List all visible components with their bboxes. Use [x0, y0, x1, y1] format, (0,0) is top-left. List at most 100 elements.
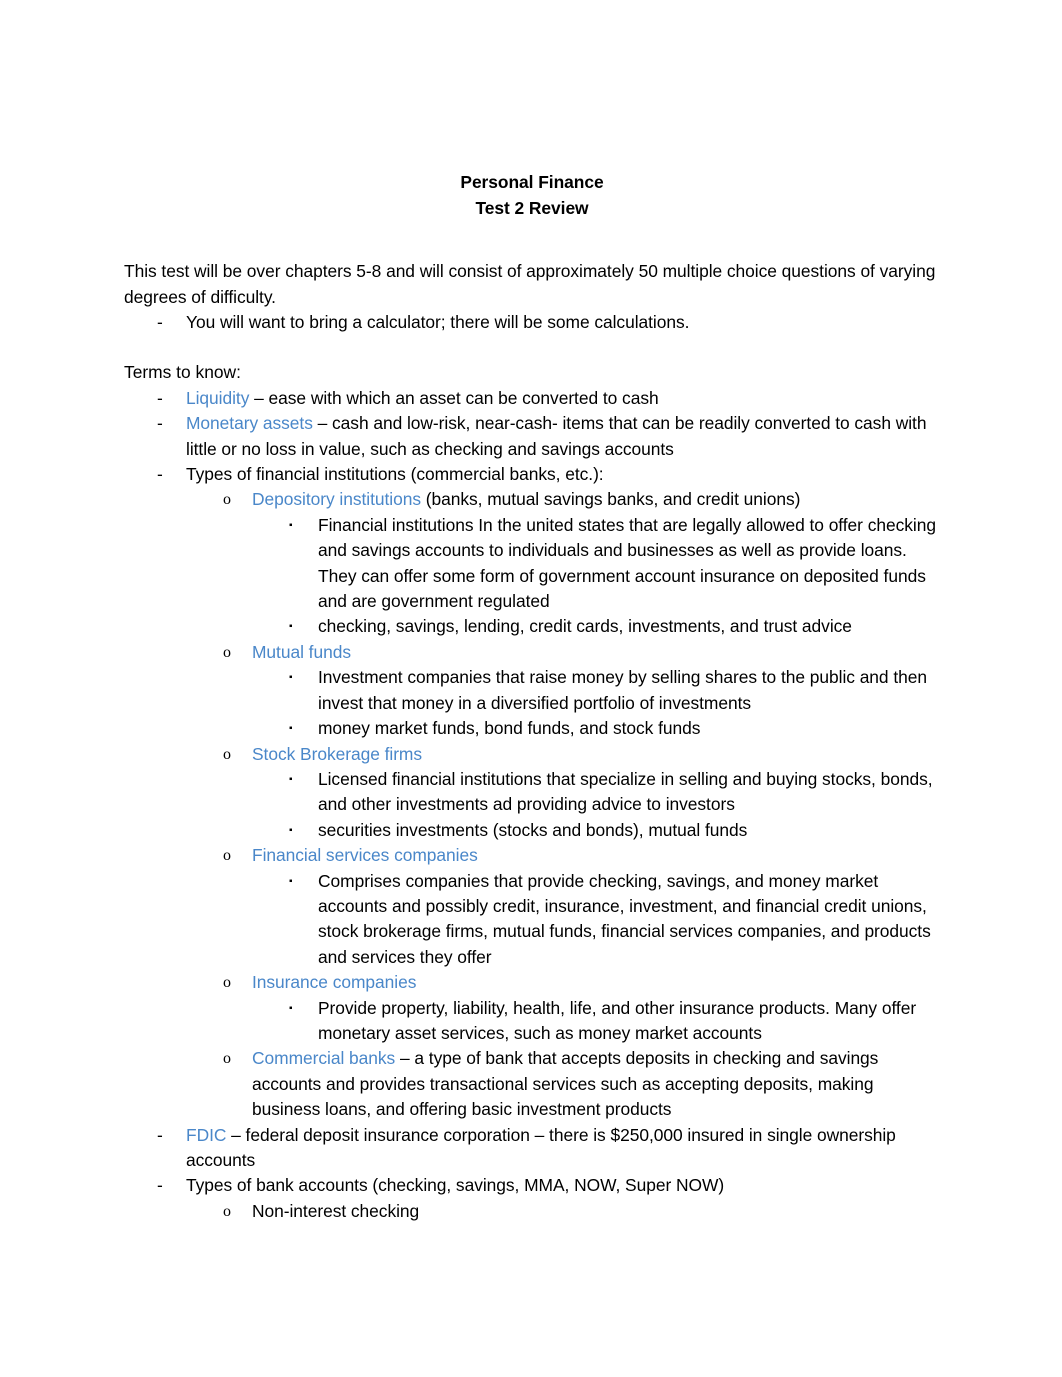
- list-item: - Liquidity – ease with which an asset ca…: [157, 386, 940, 411]
- list-item-body: – ease with which an asset can be conver…: [249, 387, 659, 408]
- list-item-text: Licensed financial institutions that spe…: [318, 767, 940, 818]
- list-item-text: securities investments (stocks and bonds…: [318, 818, 940, 843]
- sub-list: ▪ Investment companies that raise money b…: [289, 665, 940, 741]
- list-item: ▪ Licensed financial institutions that sp…: [289, 767, 940, 818]
- circle-bullet-icon: o: [223, 1202, 231, 1220]
- circle-bullet-icon: o: [223, 491, 231, 509]
- circle-bullet-icon: o: [223, 974, 231, 992]
- list-item: - Types of bank accounts (checking, savin…: [157, 1173, 940, 1198]
- document-page: Personal Finance Test 2 Review This test…: [0, 0, 1062, 1377]
- list-item-text: checking, savings, lending, credit cards…: [318, 614, 940, 639]
- circle-bullet-icon: o: [223, 745, 231, 763]
- square-bullet-icon: ▪: [289, 621, 293, 633]
- key-term: Stock Brokerage firms: [252, 743, 423, 764]
- dash-bullet-icon: -: [157, 1175, 163, 1196]
- sub-list: o Depository institutions (banks, mutual …: [223, 487, 940, 1122]
- dash-bullet-icon: -: [157, 1124, 163, 1145]
- dash-bullet-icon: -: [157, 312, 163, 332]
- circle-bullet-icon: o: [223, 643, 231, 661]
- list-item-body: Types of financial institutions (commerc…: [186, 464, 604, 485]
- list-item-text: Insurance companies: [252, 970, 940, 995]
- list-item-text: Commercial banks – a type of bank that a…: [252, 1046, 940, 1122]
- list-item-body: – federal deposit insurance corporation …: [186, 1124, 896, 1170]
- dash-bullet-icon: -: [157, 464, 163, 485]
- list-item-text: Liquidity – ease with which an asset can…: [186, 386, 940, 411]
- square-bullet-icon: ▪: [289, 875, 293, 887]
- key-term: Monetary assets: [186, 413, 313, 434]
- square-bullet-icon: ▪: [289, 773, 293, 785]
- list-item-body: Provide property, liability, health, lif…: [318, 997, 917, 1043]
- list-item: ▪ Provide property, liability, health, li…: [289, 996, 940, 1047]
- list-item: - Monetary assets – cash and low-risk, ne…: [157, 411, 940, 462]
- list-item-body: checking, savings, lending, credit cards…: [318, 616, 852, 637]
- dash-bullet-icon: -: [157, 387, 163, 408]
- square-bullet-icon: ▪: [289, 723, 293, 735]
- list-item: o Non-interest checking: [223, 1199, 940, 1224]
- list-item-text: Mutual funds: [252, 640, 940, 665]
- list-item: - FDIC – federal deposit insurance corpor…: [157, 1123, 940, 1174]
- sub-list: ▪ Financial institutions In the united st…: [289, 513, 940, 640]
- terms-list: - Liquidity – ease with which an asset ca…: [157, 386, 940, 1224]
- key-term: Mutual funds: [252, 641, 351, 662]
- list-item: ▪ Investment companies that raise money b…: [289, 665, 940, 716]
- list-item-body: Financial institutions In the united sta…: [318, 514, 936, 612]
- list-item: o Depository institutions (banks, mutual …: [223, 487, 940, 512]
- list-item: - You will want to bring a calculator; t…: [157, 310, 940, 335]
- list-item: ▪ Comprises companies that provide checki…: [289, 869, 940, 971]
- sub-list: ▪ Comprises companies that provide checki…: [289, 869, 940, 971]
- intro-bullet-list: - You will want to bring a calculator; t…: [157, 310, 940, 335]
- square-bullet-icon: ▪: [289, 1002, 293, 1014]
- key-term: Liquidity: [186, 387, 250, 408]
- page-title: Personal Finance Test 2 Review: [124, 170, 940, 221]
- key-term: Insurance companies: [252, 972, 417, 993]
- circle-bullet-icon: o: [223, 847, 231, 865]
- list-item-text: Stock Brokerage firms: [252, 742, 940, 767]
- terms-heading: Terms to know:: [124, 362, 241, 383]
- key-term: FDIC: [186, 1124, 227, 1145]
- list-item: o Insurance companies: [223, 970, 940, 995]
- list-item-body: money market funds, bond funds, and stoc…: [318, 718, 701, 739]
- list-item: ▪ Financial institutions In the united st…: [289, 513, 940, 615]
- list-item-body: Investment companies that raise money by…: [318, 667, 927, 713]
- square-bullet-icon: ▪: [289, 824, 293, 836]
- list-item-body: Types of bank accounts (checking, saving…: [186, 1175, 725, 1196]
- list-item-body: (banks, mutual savings banks, and credit…: [420, 489, 801, 510]
- list-item-text: Monetary assets – cash and low-risk, nea…: [186, 411, 940, 462]
- list-item: o Financial services companies: [223, 843, 940, 868]
- sub-list: o Non-interest checking: [223, 1199, 940, 1224]
- list-item-text: Comprises companies that provide checkin…: [318, 869, 940, 971]
- circle-bullet-icon: o: [223, 1050, 231, 1068]
- sub-list: ▪ Provide property, liability, health, li…: [289, 996, 940, 1047]
- list-item: o Stock Brokerage firms: [223, 742, 940, 767]
- list-item-text: You will want to bring a calculator; the…: [186, 312, 690, 332]
- key-term: Financial services companies: [252, 845, 478, 866]
- title-line-2: Test 2 Review: [475, 197, 589, 218]
- intro-paragraph: This test will be over chapters 5-8 and …: [124, 261, 936, 307]
- list-item: - Types of financial institutions (commer…: [157, 462, 940, 487]
- list-item-text: money market funds, bond funds, and stoc…: [318, 716, 940, 741]
- list-item-body: Licensed financial institutions that spe…: [318, 768, 933, 815]
- list-item: ▪ money market funds, bond funds, and sto…: [289, 716, 940, 741]
- list-item-body: Non-interest checking: [252, 1200, 420, 1221]
- square-bullet-icon: ▪: [289, 672, 293, 684]
- list-item: ▪ checking, savings, lending, credit card…: [289, 614, 940, 639]
- intro-section: This test will be over chapters 5-8 and …: [124, 259, 940, 335]
- list-item-text: Depository institutions (banks, mutual s…: [252, 487, 940, 512]
- list-item-text: Types of bank accounts (checking, saving…: [186, 1173, 940, 1198]
- list-item: o Mutual funds: [223, 640, 940, 665]
- sub-list: ▪ Licensed financial institutions that sp…: [289, 767, 940, 843]
- list-item-body: securities investments (stocks and bonds…: [318, 819, 748, 840]
- list-item: o Commercial banks – a type of bank that …: [223, 1046, 940, 1122]
- square-bullet-icon: ▪: [289, 519, 293, 531]
- list-item-body: Comprises companies that provide checkin…: [318, 870, 931, 967]
- list-item-text: Financial services companies: [252, 843, 940, 868]
- list-item-text: Types of financial institutions (commerc…: [186, 462, 940, 487]
- list-item-text: Provide property, liability, health, lif…: [318, 996, 940, 1047]
- list-item-text: Non-interest checking: [252, 1199, 940, 1224]
- key-term: Depository institutions: [252, 489, 421, 510]
- list-item-text: Investment companies that raise money by…: [318, 665, 940, 716]
- key-term: Commercial banks: [252, 1048, 396, 1069]
- list-item: ▪ securities investments (stocks and bond…: [289, 818, 940, 843]
- dash-bullet-icon: -: [157, 413, 163, 434]
- list-item-text: FDIC – federal deposit insurance corpora…: [186, 1123, 940, 1174]
